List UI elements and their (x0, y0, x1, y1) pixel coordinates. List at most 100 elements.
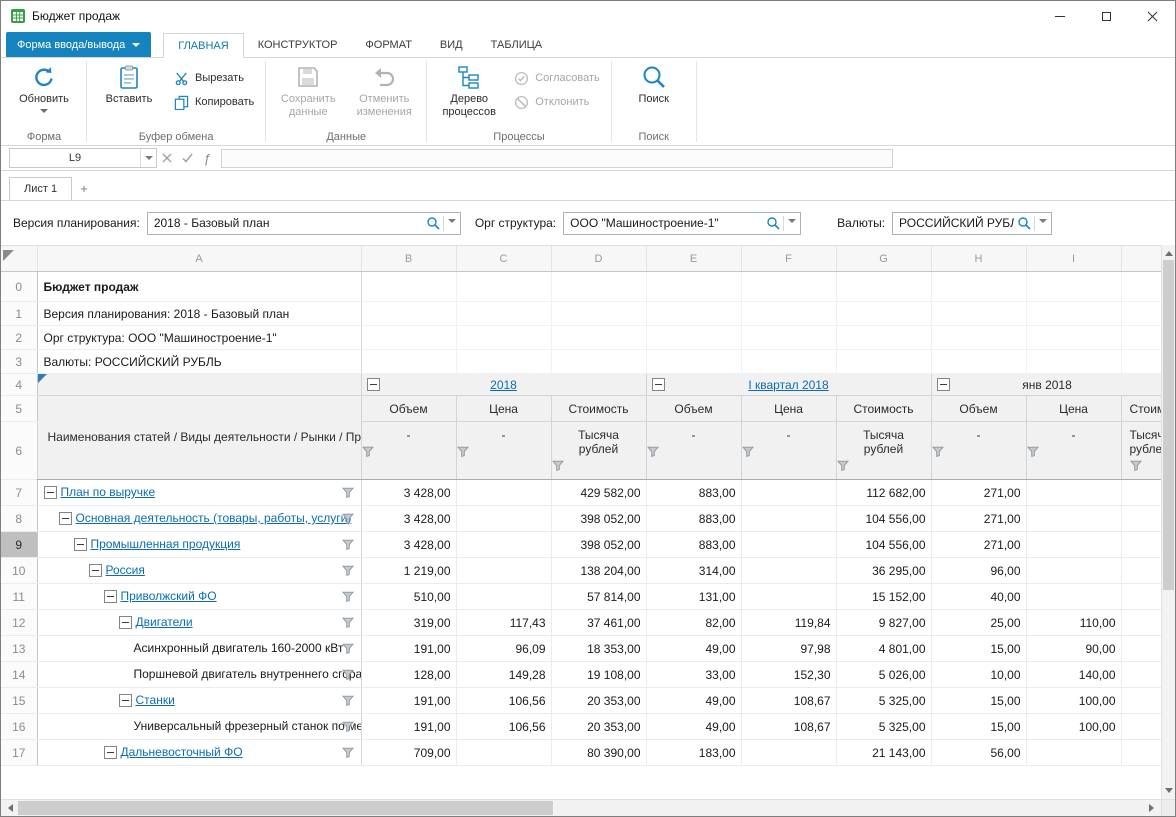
data-cell[interactable] (456, 584, 551, 610)
data-cell[interactable]: 106,56 (456, 714, 551, 740)
collapse-icon[interactable] (44, 486, 57, 499)
empty-cell[interactable] (741, 272, 836, 302)
data-cell[interactable]: 3 428,00 (361, 532, 456, 558)
copy-button[interactable]: Копировать (168, 92, 260, 112)
data-cell[interactable]: 271,00 (931, 506, 1026, 532)
empty-cell[interactable] (551, 350, 646, 374)
column-header-C[interactable]: C (456, 246, 551, 272)
filter-icon[interactable] (342, 669, 354, 680)
data-cell[interactable]: 15,00 (931, 636, 1026, 662)
data-cell[interactable]: 3 428,00 (361, 480, 456, 506)
empty-cell[interactable] (836, 326, 931, 350)
empty-cell[interactable] (361, 302, 456, 326)
row-header-13[interactable]: 13 (1, 636, 37, 662)
empty-cell[interactable] (456, 326, 551, 350)
unit-header[interactable]: - (741, 422, 836, 480)
empty-cell[interactable] (931, 326, 1026, 350)
data-cell[interactable] (1121, 480, 1163, 506)
data-cell[interactable]: 21 143,00 (836, 740, 931, 766)
column-header-G[interactable]: G (836, 246, 931, 272)
measure-header[interactable]: Цена (1026, 396, 1121, 422)
data-cell[interactable]: 108,67 (741, 714, 836, 740)
data-cell[interactable]: 80 390,00 (551, 740, 646, 766)
filter-icon[interactable] (342, 695, 354, 706)
row-header-2[interactable]: 2 (1, 326, 37, 350)
unit-header[interactable]: - (1026, 422, 1121, 480)
row-header-8[interactable]: 8 (1, 506, 37, 532)
data-cell[interactable]: 104 556,00 (836, 506, 931, 532)
horizontal-scroll-track[interactable] (18, 800, 1144, 816)
filter-icon[interactable] (342, 591, 354, 602)
data-cell[interactable]: 49,00 (646, 688, 741, 714)
merge-marker-cell[interactable] (37, 374, 361, 396)
data-cell[interactable]: 128,00 (361, 662, 456, 688)
row-header-6[interactable]: 6 (1, 422, 37, 480)
row-label-cell[interactable]: Промышленная продукция (37, 532, 361, 558)
data-cell[interactable]: 33,00 (646, 662, 741, 688)
data-cell[interactable]: 152,30 (741, 662, 836, 688)
tab-view[interactable]: ВИД (426, 32, 477, 57)
empty-cell[interactable] (646, 272, 741, 302)
filter-icon[interactable] (647, 446, 741, 457)
empty-cell[interactable] (741, 302, 836, 326)
empty-cell[interactable] (551, 302, 646, 326)
data-cell[interactable]: 20 353,00 (551, 688, 646, 714)
filter-icon[interactable] (342, 617, 354, 628)
data-cell[interactable]: 5 026,00 (836, 662, 931, 688)
tab-table[interactable]: ТАБЛИЦА (477, 32, 557, 57)
org-structure-combo[interactable]: ООО "Машиностроение-1" (563, 212, 801, 235)
search-icon[interactable] (763, 213, 783, 234)
filter-icon[interactable] (457, 446, 551, 457)
row-label-cell[interactable]: Россия (37, 558, 361, 584)
row-label-cell[interactable]: Поршневой двигатель внутреннего сгорания (37, 662, 361, 688)
measure-header[interactable]: Объем (646, 396, 741, 422)
data-cell[interactable]: 37 461,00 (551, 610, 646, 636)
empty-cell[interactable] (1121, 350, 1163, 374)
data-cell[interactable] (1121, 610, 1163, 636)
data-cell[interactable]: 883,00 (646, 506, 741, 532)
period-group-label[interactable]: I квартал 2018 (748, 378, 828, 392)
currency-combo[interactable]: РОССИЙСКИЙ РУБЛЬ (892, 212, 1052, 235)
column-header-I[interactable]: I (1026, 246, 1121, 272)
filter-icon[interactable] (362, 446, 456, 457)
tab-constructor[interactable]: КОНСТРУКТОР (244, 32, 352, 57)
data-cell[interactable]: 49,00 (646, 714, 741, 740)
report-info-cell[interactable]: Версия планирования: 2018 - Базовый план (37, 302, 361, 326)
data-cell[interactable]: 108,67 (741, 688, 836, 714)
empty-cell[interactable] (646, 350, 741, 374)
collapse-icon[interactable] (119, 694, 132, 707)
row-header-4[interactable]: 4 (1, 374, 37, 396)
data-cell[interactable] (1026, 506, 1121, 532)
column-header-F[interactable]: F (741, 246, 836, 272)
data-cell[interactable]: 5 325,00 (836, 714, 931, 740)
row-label[interactable]: Россия (106, 563, 145, 578)
data-cell[interactable]: 82,00 (646, 610, 741, 636)
row-label-cell[interactable]: Универсальный фрезерный станок по металл… (37, 714, 361, 740)
empty-cell[interactable] (646, 302, 741, 326)
cell-reference-box[interactable]: L9 (9, 148, 157, 168)
data-cell[interactable] (1121, 740, 1163, 766)
row-label[interactable]: План по выручке (61, 485, 156, 500)
row-header-3[interactable]: 3 (1, 350, 37, 374)
data-cell[interactable]: 96,09 (456, 636, 551, 662)
data-cell[interactable]: 398 052,00 (551, 506, 646, 532)
column-header-B[interactable]: B (361, 246, 456, 272)
data-cell[interactable]: 96,00 (931, 558, 1026, 584)
data-cell[interactable] (1121, 662, 1163, 688)
search-button[interactable]: Поиск (617, 61, 691, 125)
row-header-14[interactable]: 14 (1, 662, 37, 688)
row-header-16[interactable]: 16 (1, 714, 37, 740)
empty-cell[interactable] (741, 326, 836, 350)
collapse-icon[interactable] (59, 512, 72, 525)
tab-sheet1[interactable]: Лист 1 (9, 177, 72, 200)
scroll-up-button[interactable] (1162, 245, 1175, 260)
filter-icon[interactable] (742, 446, 836, 457)
empty-cell[interactable] (836, 272, 931, 302)
chevron-down-icon[interactable] (444, 213, 460, 234)
column-header-A[interactable]: A (37, 246, 361, 272)
data-cell[interactable]: 510,00 (361, 584, 456, 610)
filter-icon[interactable] (342, 513, 354, 524)
empty-cell[interactable] (361, 350, 456, 374)
period-group-label[interactable]: 2018 (490, 378, 517, 392)
data-cell[interactable] (741, 558, 836, 584)
